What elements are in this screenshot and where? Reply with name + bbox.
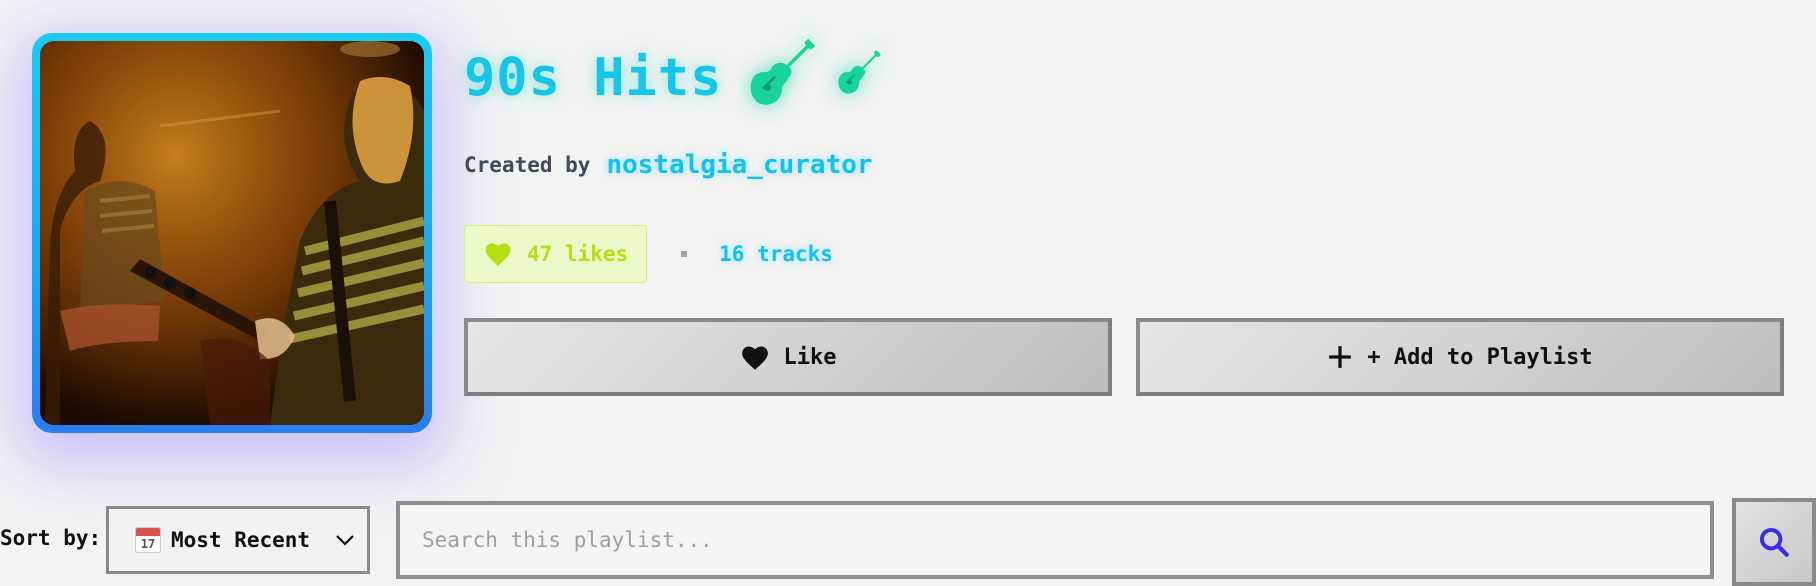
creator-link[interactable]: nostalgia_curator [606, 150, 872, 180]
separator-dot [681, 251, 688, 257]
creator-row: Created by nostalgia_curator [464, 150, 873, 180]
likes-badge: 47 likes [464, 225, 648, 283]
calendar-icon: 17 [135, 527, 161, 553]
playlist-cover [32, 33, 432, 433]
guitar-icon [744, 34, 820, 123]
sort-select[interactable]: 17 Most Recent [106, 506, 370, 574]
created-by-label: Created by [464, 153, 591, 177]
heart-icon [740, 344, 770, 371]
add-to-playlist-button[interactable]: + Add to Playlist [1136, 318, 1784, 396]
playlist-stats: 47 likes 16 tracks [464, 225, 833, 283]
search-button[interactable] [1732, 498, 1816, 586]
like-button[interactable]: Like [464, 318, 1112, 396]
sort-selected-value: Most Recent [171, 528, 311, 552]
playlist-title: 90s Hits [464, 48, 723, 108]
search-input[interactable] [396, 501, 1714, 579]
plus-icon [1327, 344, 1353, 370]
cover-image [40, 41, 424, 425]
playlist-title-row: 90s Hits [464, 38, 884, 118]
playlist-page: 90s Hits Created by nostalgia_curator 47… [0, 0, 1816, 586]
calendar-day: 17 [140, 537, 156, 551]
heart-icon [483, 241, 513, 267]
add-to-playlist-label: + Add to Playlist [1367, 344, 1593, 370]
tracks-count: 16 tracks [719, 242, 833, 266]
search-icon [1757, 525, 1791, 559]
chevron-down-icon [335, 534, 355, 546]
likes-count: 47 likes [527, 242, 629, 266]
like-button-label: Like [783, 344, 837, 370]
guitar-icon [834, 47, 884, 110]
sort-label: Sort by: [0, 526, 102, 550]
